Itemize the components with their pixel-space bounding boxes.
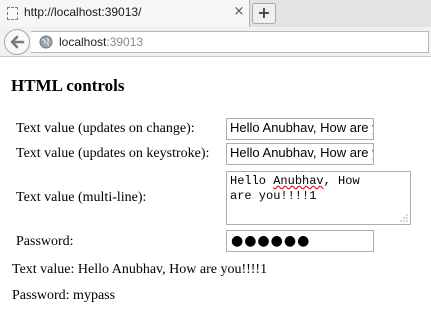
textarea-line-2: are you!!!!1 bbox=[230, 189, 317, 203]
password-field-label: Password: bbox=[16, 234, 74, 249]
browser-tab[interactable]: http://localhost:39013/ × bbox=[0, 0, 250, 27]
navigation-bar: localhost:39013 bbox=[0, 27, 431, 57]
multiline-textarea[interactable]: Hello Anubhav, How are you!!!!1 bbox=[226, 171, 411, 225]
tab-strip: http://localhost:39013/ × + bbox=[0, 0, 431, 27]
new-tab-button[interactable]: + bbox=[252, 3, 276, 24]
back-arrow-icon bbox=[10, 35, 25, 49]
textarea-text: Hello bbox=[230, 174, 274, 188]
password-output: Password: mypass bbox=[12, 288, 116, 303]
globe-icon bbox=[39, 35, 53, 49]
text-change-input[interactable]: Hello Anubhav, How are you!!!!1 bbox=[226, 118, 374, 140]
page-content: HTML controls Text value (updates on cha… bbox=[0, 58, 431, 319]
tab-title: http://localhost:39013/ bbox=[24, 5, 142, 19]
url-host: localhost bbox=[59, 35, 107, 49]
spellcheck-word: Anubhav bbox=[273, 174, 324, 188]
password-mask: ●●●●●● bbox=[231, 233, 311, 249]
password-input[interactable]: ●●●●●● bbox=[226, 230, 374, 252]
text-keystroke-input[interactable]: Hello Anubhav, How are you!!!!1 bbox=[226, 143, 374, 165]
text-value-output: Text value: Hello Anubhav, How are you!!… bbox=[12, 262, 268, 277]
close-tab-icon[interactable]: × bbox=[232, 5, 246, 19]
resize-grip-icon[interactable] bbox=[400, 214, 408, 222]
page-title: HTML controls bbox=[11, 76, 125, 95]
url-port: :39013 bbox=[106, 35, 144, 49]
change-field-label: Text value (updates on change): bbox=[16, 121, 195, 136]
page-icon bbox=[7, 7, 18, 20]
textarea-text: , How bbox=[323, 174, 360, 188]
address-bar[interactable]: localhost:39013 bbox=[31, 31, 429, 53]
textarea-line-1: Hello Anubhav, How bbox=[230, 174, 407, 189]
multiline-field-label: Text value (multi-line): bbox=[16, 190, 147, 205]
url-text: localhost:39013 bbox=[59, 35, 143, 49]
keystroke-field-label: Text value (updates on keystroke): bbox=[16, 146, 210, 161]
back-button[interactable] bbox=[4, 29, 30, 55]
